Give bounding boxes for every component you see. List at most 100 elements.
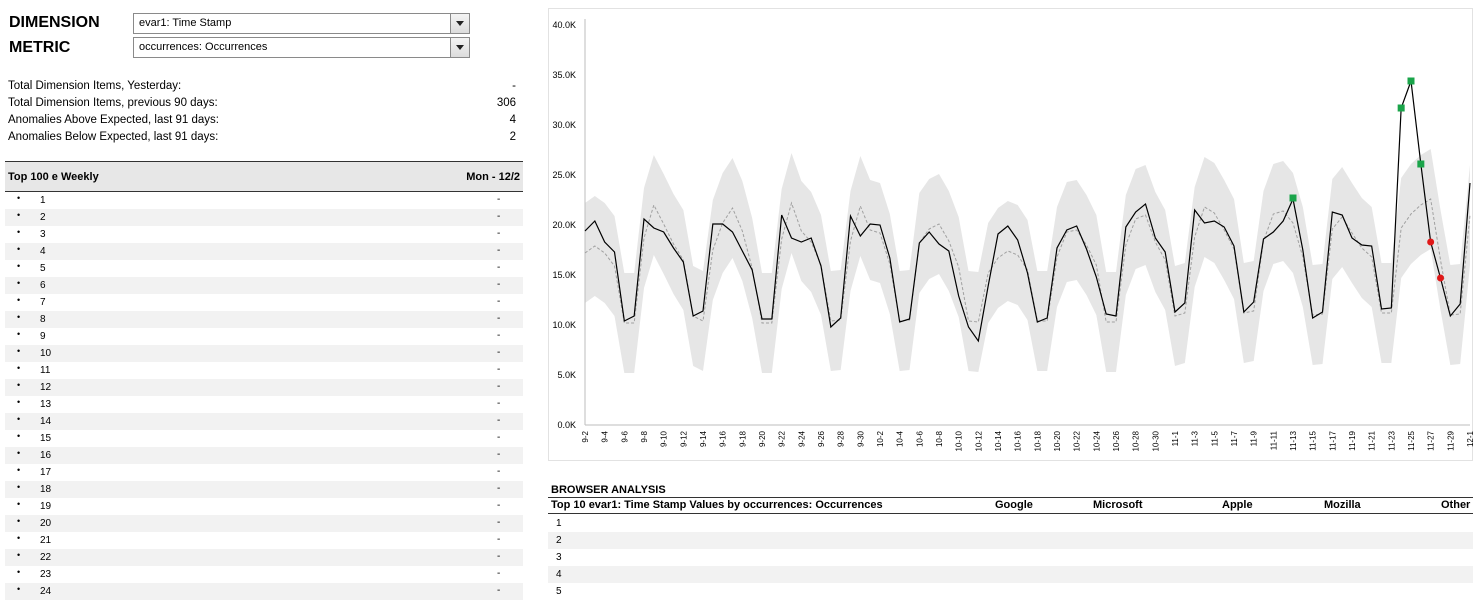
bullet: • bbox=[17, 414, 21, 424]
stat-label: Total Dimension Items, Yesterday: bbox=[8, 80, 182, 92]
row-rank: 20 bbox=[40, 518, 52, 529]
row-rank: 18 bbox=[40, 484, 52, 495]
x-tick-label: 9-28 bbox=[837, 430, 846, 447]
y-tick-label: 15.0K bbox=[552, 270, 576, 280]
bullet: • bbox=[17, 278, 21, 288]
row-value: - bbox=[497, 245, 501, 256]
row-value: - bbox=[497, 279, 501, 290]
table-row[interactable]: • 7 - bbox=[5, 294, 523, 311]
stat-label: Anomalies Above Expected, last 91 days: bbox=[8, 114, 219, 126]
row-value: - bbox=[497, 449, 501, 460]
x-tick-label: 9-2 bbox=[581, 430, 590, 442]
bullet: • bbox=[17, 380, 21, 390]
bullet: • bbox=[17, 584, 21, 594]
table-row[interactable]: • 13 - bbox=[5, 396, 523, 413]
x-tick-label: 10-20 bbox=[1053, 430, 1062, 451]
x-tick-label: 11-11 bbox=[1269, 430, 1278, 450]
table-row[interactable]: • 24 - bbox=[5, 583, 523, 600]
stat-value: 2 bbox=[509, 131, 516, 143]
x-tick-label: 10-24 bbox=[1092, 430, 1101, 451]
table-row[interactable]: 1 bbox=[548, 515, 1473, 532]
table-row[interactable]: • 19 - bbox=[5, 498, 523, 515]
table-row[interactable]: • 2 - bbox=[5, 209, 523, 226]
bullet: • bbox=[17, 210, 21, 220]
table-row[interactable]: • 9 - bbox=[5, 328, 523, 345]
bullet: • bbox=[17, 312, 21, 322]
row-rank: 3 bbox=[40, 229, 46, 240]
table-row[interactable]: • 5 - bbox=[5, 260, 523, 277]
row-rank: 12 bbox=[40, 382, 52, 393]
table-row[interactable]: • 14 - bbox=[5, 413, 523, 430]
table-row[interactable]: • 21 - bbox=[5, 532, 523, 549]
table-row[interactable]: • 20 - bbox=[5, 515, 523, 532]
table-row[interactable]: • 4 - bbox=[5, 243, 523, 260]
col-mozilla: Mozilla bbox=[1324, 499, 1361, 511]
dimension-label: DIMENSION bbox=[9, 14, 100, 31]
bullet: • bbox=[17, 567, 21, 577]
row-rank: 19 bbox=[40, 501, 52, 512]
metric-select[interactable]: occurrences: Occurrences bbox=[133, 37, 470, 58]
chevron-down-icon[interactable] bbox=[450, 38, 469, 57]
table-row[interactable]: 4 bbox=[548, 566, 1473, 583]
row-value: - bbox=[497, 534, 501, 545]
x-tick-label: 11-7 bbox=[1230, 430, 1239, 446]
table-row[interactable]: • 17 - bbox=[5, 464, 523, 481]
table-row[interactable]: • 3 - bbox=[5, 226, 523, 243]
bullet: • bbox=[17, 516, 21, 526]
y-tick-label: 25.0K bbox=[552, 170, 576, 180]
bullet: • bbox=[17, 499, 21, 509]
x-tick-label: 11-17 bbox=[1328, 430, 1337, 450]
row-rank: 4 bbox=[556, 569, 562, 580]
table-row[interactable]: • 18 - bbox=[5, 481, 523, 498]
row-value: - bbox=[497, 517, 501, 528]
table-row[interactable]: 2 bbox=[548, 532, 1473, 549]
row-value: - bbox=[497, 211, 501, 222]
table-row[interactable]: • 12 - bbox=[5, 379, 523, 396]
metric-label: METRIC bbox=[9, 39, 71, 56]
browser-table-title: Top 10 evar1: Time Stamp Values by occur… bbox=[551, 499, 883, 511]
anomaly-below-marker bbox=[1437, 274, 1444, 282]
x-tick-label: 11-9 bbox=[1250, 430, 1259, 446]
x-tick-label: 11-1 bbox=[1171, 430, 1180, 446]
x-tick-label: 11-13 bbox=[1289, 430, 1298, 450]
table-row[interactable]: • 16 - bbox=[5, 447, 523, 464]
row-value: - bbox=[497, 415, 501, 426]
row-value: - bbox=[497, 500, 501, 511]
table-row[interactable]: • 11 - bbox=[5, 362, 523, 379]
anomaly-chart-svg: 0.0K 5.0K 10.0K 15.0K 20.0K 25.0K 30.0K 35.0K 40… bbox=[552, 19, 1474, 451]
x-tick-label: 11-29 bbox=[1446, 430, 1455, 450]
x-tick-label: 11-23 bbox=[1387, 430, 1396, 450]
table-row[interactable]: • 6 - bbox=[5, 277, 523, 294]
stat-items-90-days: Total Dimension Items, previous 90 days:… bbox=[8, 97, 518, 114]
row-rank: 3 bbox=[556, 552, 562, 563]
stat-items-yesterday: Total Dimension Items, Yesterday: - bbox=[8, 80, 518, 97]
row-value: - bbox=[497, 364, 501, 375]
row-value: - bbox=[497, 466, 501, 477]
table-row[interactable]: • 15 - bbox=[5, 430, 523, 447]
row-rank: 16 bbox=[40, 450, 52, 461]
table-row[interactable]: • 10 - bbox=[5, 345, 523, 362]
table-row[interactable]: 5 bbox=[548, 583, 1473, 600]
row-rank: 5 bbox=[40, 263, 46, 274]
x-tick-label: 9-14 bbox=[699, 430, 708, 447]
table-row[interactable]: • 22 - bbox=[5, 549, 523, 566]
table-row[interactable]: • 1 - bbox=[5, 192, 523, 209]
x-tick-label: 10-26 bbox=[1112, 430, 1121, 451]
row-rank: 21 bbox=[40, 535, 52, 546]
stat-value: - bbox=[512, 80, 516, 92]
chevron-down-icon[interactable] bbox=[450, 14, 469, 33]
table-row[interactable]: • 23 - bbox=[5, 566, 523, 583]
browser-table-body: 1 2 3 4 5 bbox=[548, 515, 1473, 600]
row-value: - bbox=[497, 194, 501, 205]
table-row[interactable]: 3 bbox=[548, 549, 1473, 566]
row-value: - bbox=[497, 568, 501, 579]
x-tick-label: 10-16 bbox=[1014, 430, 1023, 451]
row-value: - bbox=[497, 228, 501, 239]
anomaly-above-marker bbox=[1417, 160, 1425, 168]
table-row[interactable]: • 8 - bbox=[5, 311, 523, 328]
dimension-select[interactable]: evar1: Time Stamp bbox=[133, 13, 470, 34]
anomaly-above-marker bbox=[1407, 77, 1415, 85]
stat-anomalies-above: Anomalies Above Expected, last 91 days: … bbox=[8, 114, 518, 131]
col-apple: Apple bbox=[1222, 499, 1253, 511]
x-tick-label: 9-12 bbox=[679, 430, 688, 447]
